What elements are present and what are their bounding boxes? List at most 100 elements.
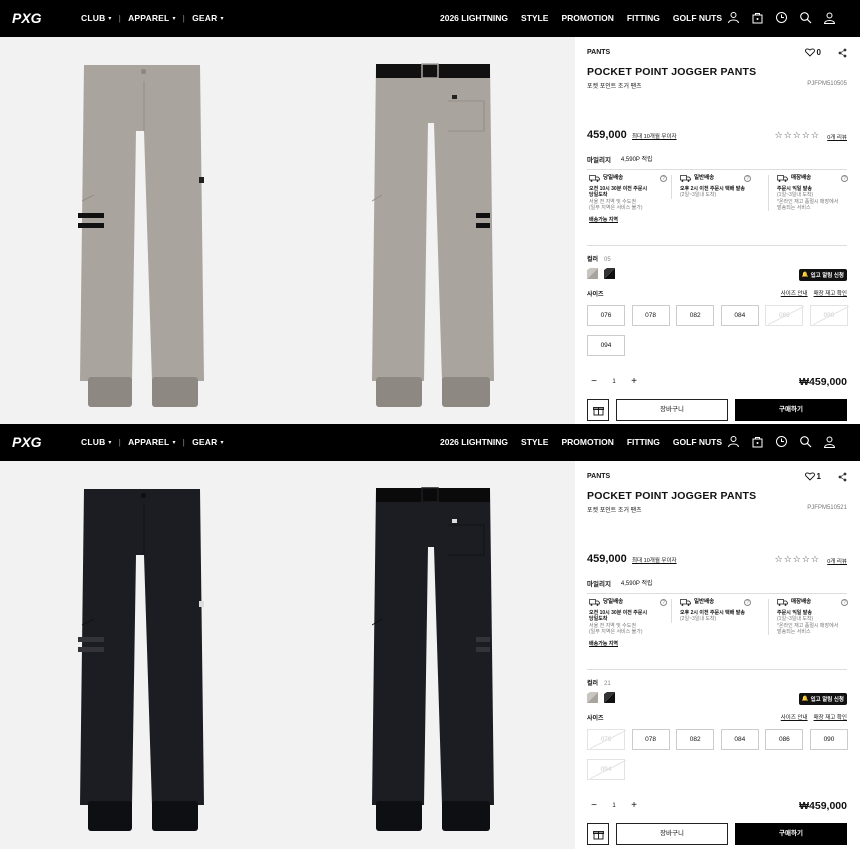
product-image-front[interactable] [78, 485, 208, 835]
size-option-086[interactable]: 086 [765, 729, 804, 750]
size-label: 사이즈 [587, 292, 604, 298]
help-icon[interactable]: ? [744, 175, 751, 182]
user-icon[interactable] [727, 11, 740, 24]
nav-link-promotion[interactable]: PROMOTION [561, 437, 613, 447]
chevron-down-icon: ▾ [108, 439, 112, 446]
help-icon[interactable]: ? [841, 599, 848, 606]
share-icon[interactable] [838, 472, 847, 482]
quantity-increase-button[interactable]: + [627, 800, 641, 811]
size-option-084[interactable]: 084 [720, 729, 759, 750]
nav-link-2026-lightning[interactable]: 2026 LIGHTNING [440, 13, 508, 23]
gift-button[interactable] [587, 823, 609, 845]
reviews-link[interactable]: 0개 리뷰 [827, 133, 847, 141]
shipping-line: (일부 지역은 서비스 불가) [589, 204, 643, 211]
help-icon[interactable]: ? [660, 175, 667, 182]
size-option-094[interactable]: 094 [587, 335, 625, 356]
history-icon[interactable] [775, 11, 788, 24]
store-stock-link[interactable]: 매장 재고 확인 [814, 715, 847, 721]
nav-link-golf-nuts[interactable]: GOLF NUTS [673, 437, 722, 447]
user-icon[interactable] [727, 435, 740, 448]
help-icon[interactable]: ? [660, 599, 667, 606]
size-guide-link[interactable]: 사이즈 안내 [781, 291, 808, 297]
color-label-text: 컬러 [587, 681, 599, 687]
truck-icon [589, 175, 600, 182]
shipping-title: 일반배송 [680, 175, 753, 182]
installment-link[interactable]: 최대 10개월 무이자 [632, 556, 677, 564]
buy-now-button[interactable]: 구매하기 [735, 823, 847, 845]
store-stock-link[interactable]: 매장 재고 확인 [814, 291, 847, 297]
delivery-area-link[interactable]: 배송가능 지역 [589, 217, 669, 223]
add-to-cart-button[interactable]: 장바구니 [616, 823, 728, 845]
quantity-increase-button[interactable]: + [627, 376, 641, 387]
history-icon[interactable] [775, 435, 788, 448]
svg-text:PXG: PXG [12, 434, 42, 450]
restock-alert-button[interactable]: 🔔 입고 알림 신청 [798, 269, 847, 281]
buy-now-button[interactable]: 구매하기 [735, 399, 847, 421]
nav-item-club[interactable]: CLUB ▾ [81, 13, 112, 23]
quantity-value[interactable]: 1 [601, 803, 627, 809]
help-icon[interactable]: ? [744, 599, 751, 606]
product-image-back[interactable] [372, 485, 502, 835]
color-swatch-gray[interactable] [587, 692, 598, 703]
nav-link-fitting[interactable]: FITTING [627, 13, 660, 23]
color-swatch-gray[interactable] [587, 268, 598, 279]
delivery-area-link[interactable]: 배송가능 지역 [589, 641, 669, 647]
top-navigation: PXG CLUB ▾ | APPAREL ▾ | GEAR ▾ 2026 LIGHTNING S… [0, 424, 860, 461]
nav-link-2026-lightning[interactable]: 2026 LIGHTNING [440, 437, 508, 447]
size-option-084[interactable]: 084 [720, 305, 759, 326]
nav-item-apparel[interactable]: APPAREL ▾ [128, 13, 176, 23]
pxg-logo[interactable]: PXG [12, 432, 46, 452]
size-option-090[interactable]: 090 [810, 729, 848, 750]
nav-link-style[interactable]: STYLE [521, 437, 548, 447]
quantity-decrease-button[interactable]: − [587, 376, 601, 387]
size-guide-link[interactable]: 사이즈 안내 [781, 715, 808, 721]
nav-link-fitting[interactable]: FITTING [627, 437, 660, 447]
color-swatch-black[interactable] [604, 692, 615, 703]
add-to-cart-button[interactable]: 장바구니 [616, 399, 728, 421]
rating-stars: ☆☆☆☆☆ [774, 554, 820, 564]
nav-item-gear[interactable]: GEAR ▾ [192, 13, 224, 23]
chevron-down-icon: ▾ [172, 15, 176, 22]
nav-link-style[interactable]: STYLE [521, 13, 548, 23]
search-icon[interactable] [799, 11, 812, 24]
account-icon[interactable] [823, 11, 836, 24]
quantity-decrease-button[interactable]: − [587, 800, 601, 811]
nav-item-apparel[interactable]: APPAREL ▾ [128, 437, 176, 447]
product-image-back[interactable] [372, 61, 502, 411]
color-label: 컬러 05 [587, 254, 611, 263]
size-option-082[interactable]: 082 [676, 305, 715, 326]
reviews-link[interactable]: 0개 리뷰 [827, 557, 847, 565]
product-image-front[interactable] [78, 61, 208, 411]
installment-link[interactable]: 최대 10개월 무이자 [632, 132, 677, 140]
quantity-value[interactable]: 1 [601, 379, 627, 385]
nav-item-gear[interactable]: GEAR ▾ [192, 437, 224, 447]
nav-link-golf-nuts[interactable]: GOLF NUTS [673, 13, 722, 23]
product-gallery [0, 37, 575, 424]
account-icon[interactable] [823, 435, 836, 448]
bag-icon[interactable] [751, 11, 764, 24]
size-option-082[interactable]: 082 [676, 729, 715, 750]
nav-separator: | [118, 437, 122, 447]
color-swatch-black[interactable] [604, 268, 615, 279]
pxg-logo[interactable]: PXG [12, 8, 46, 28]
gift-button[interactable] [587, 399, 609, 421]
help-icon[interactable]: ? [841, 175, 848, 182]
share-icon[interactable] [838, 48, 847, 58]
size-option-076[interactable]: 076 [587, 305, 625, 326]
like-button[interactable]: 0 [804, 48, 821, 57]
mileage-label: 마일리지 [587, 581, 611, 588]
like-count: 0 [816, 48, 821, 57]
search-icon[interactable] [799, 435, 812, 448]
product-title-korean: 포켓 포인트 조거 팬츠 [587, 508, 642, 514]
size-option-078[interactable]: 078 [631, 729, 670, 750]
size-option-076: 076 [587, 729, 625, 750]
nav-link-promotion[interactable]: PROMOTION [561, 13, 613, 23]
size-option-094: 094 [587, 759, 625, 780]
like-button[interactable]: 1 [804, 472, 821, 481]
restock-alert-button[interactable]: 🔔 입고 알림 신청 [798, 693, 847, 705]
bag-icon[interactable] [751, 435, 764, 448]
size-option-078[interactable]: 078 [631, 305, 670, 326]
nav-item-label: CLUB [81, 437, 106, 447]
size-option-090: 090 [810, 305, 848, 326]
nav-item-club[interactable]: CLUB ▾ [81, 437, 112, 447]
